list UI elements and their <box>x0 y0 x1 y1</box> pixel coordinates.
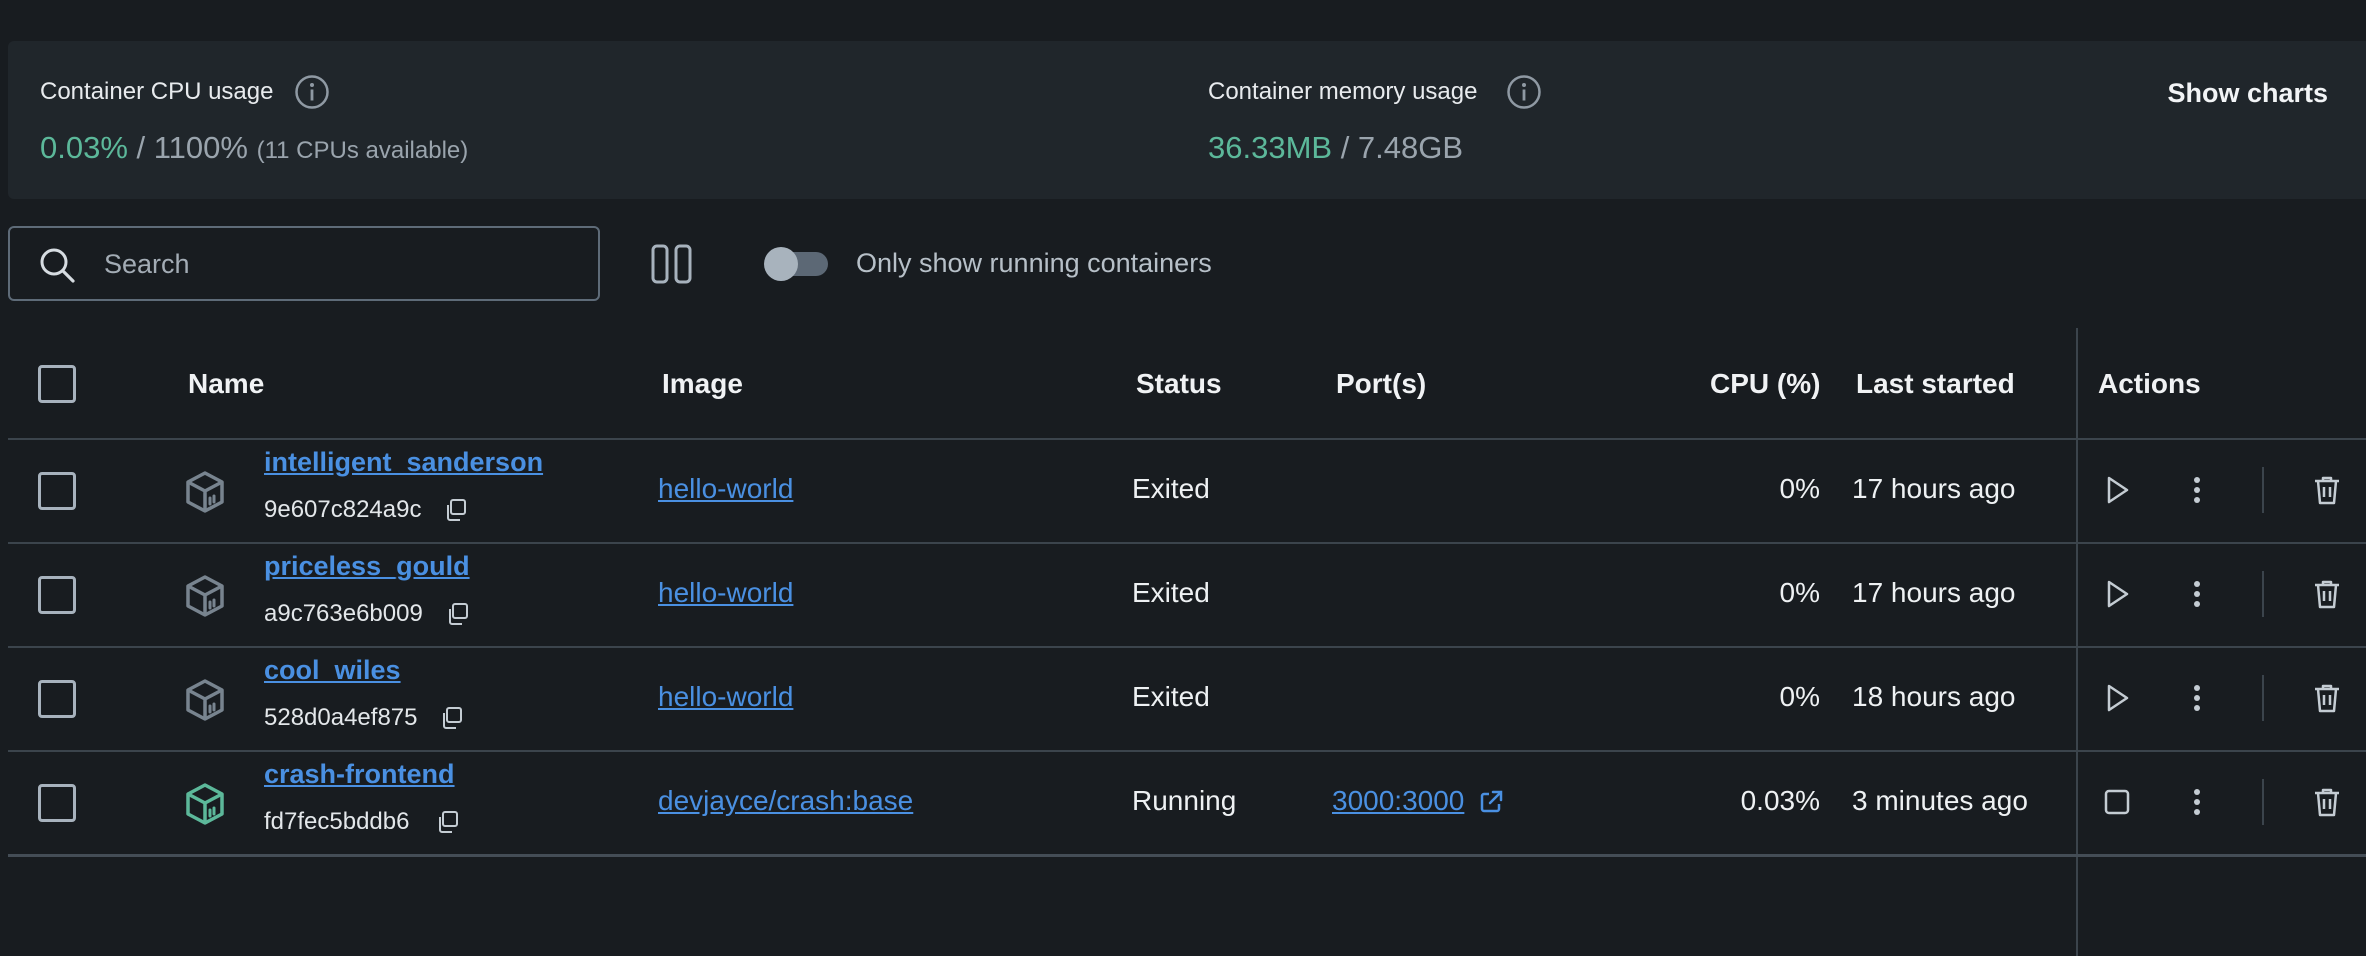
copy-icon[interactable] <box>440 706 464 730</box>
column-header-last-started[interactable]: Last started <box>1856 368 2015 400</box>
play-icon[interactable] <box>2100 473 2134 507</box>
last-started: 18 hours ago <box>1852 681 2016 712</box>
last-started: 17 hours ago <box>1852 577 2016 608</box>
row-checkbox[interactable] <box>38 784 76 822</box>
container-cube-icon <box>186 575 224 617</box>
memory-used: 36.33MB <box>1208 130 1333 165</box>
container-name-link[interactable]: cool_wiles <box>264 655 401 686</box>
copy-icon[interactable] <box>436 810 460 834</box>
trash-icon[interactable] <box>2310 681 2344 715</box>
table-row[interactable]: intelligent_sanderson 9e607c824a9c hello… <box>0 439 2366 543</box>
cpu-total: / 1100% <box>127 130 248 165</box>
running-only-label: Only show running containers <box>856 248 1212 278</box>
action-separator <box>2262 779 2264 825</box>
image-link[interactable]: devjayce/crash:base <box>658 785 913 817</box>
column-header-status[interactable]: Status <box>1136 368 1222 400</box>
kebab-menu-icon[interactable] <box>2180 681 2214 715</box>
copy-icon[interactable] <box>444 498 468 522</box>
play-icon[interactable] <box>2100 577 2134 611</box>
search-icon <box>40 248 75 283</box>
trash-icon[interactable] <box>2310 473 2344 507</box>
status-text: Exited <box>1132 473 1210 504</box>
memory-total: / 7.48GB <box>1332 130 1464 165</box>
last-started: 3 minutes ago <box>1852 785 2028 816</box>
row-checkbox[interactable] <box>38 576 76 614</box>
play-icon[interactable] <box>2100 681 2134 715</box>
trash-icon[interactable] <box>2310 785 2344 819</box>
search-box[interactable] <box>8 226 600 301</box>
last-started: 17 hours ago <box>1852 473 2016 504</box>
info-icon[interactable] <box>1506 74 1542 110</box>
action-separator <box>2262 675 2264 721</box>
container-cube-icon <box>186 679 224 721</box>
container-id: 9e607c824a9c <box>264 496 422 523</box>
cpu-usage-label: Container CPU usage <box>40 78 274 105</box>
table-row[interactable]: priceless_gould a9c763e6b009 hello-world… <box>0 543 2366 647</box>
trash-icon[interactable] <box>2310 577 2344 611</box>
columns-icon[interactable] <box>650 242 694 286</box>
kebab-menu-icon[interactable] <box>2180 473 2214 507</box>
table-row[interactable]: cool_wiles 528d0a4ef875 hello-world Exit… <box>0 647 2366 751</box>
container-name-link[interactable]: priceless_gould <box>264 551 470 582</box>
show-charts-button[interactable]: Show charts <box>2167 78 2328 109</box>
container-name-link[interactable]: crash-frontend <box>264 759 455 790</box>
column-header-image[interactable]: Image <box>662 368 743 400</box>
table-bottom-border <box>8 854 2366 857</box>
table-row[interactable]: crash-frontend fd7fec5bddb6 devjayce/cra… <box>0 751 2366 855</box>
stats-panel: Container CPU usage 0.03% / 1100% (11 CP… <box>8 41 2366 199</box>
external-link-icon[interactable] <box>1478 789 1504 815</box>
status-text: Running <box>1132 785 1237 816</box>
cpu-percent: 0.03% <box>1740 785 1820 816</box>
info-icon[interactable] <box>294 74 330 110</box>
copy-icon[interactable] <box>446 602 470 626</box>
status-text: Exited <box>1132 681 1210 712</box>
cpu-percent: 0% <box>1779 681 1820 712</box>
running-only-toggle[interactable] <box>764 247 828 281</box>
column-header-name[interactable]: Name <box>188 368 264 400</box>
cpu-percent: 0% <box>1779 577 1820 608</box>
cpu-available-note: (11 CPUs available) <box>256 137 469 164</box>
column-header-cpu[interactable]: CPU (%) <box>1710 368 1820 400</box>
memory-usage-label: Container memory usage <box>1208 78 1478 105</box>
column-header-ports[interactable]: Port(s) <box>1336 368 1426 400</box>
stop-icon[interactable] <box>2100 785 2134 819</box>
kebab-menu-icon[interactable] <box>2180 577 2214 611</box>
container-id: 528d0a4ef875 <box>264 704 418 731</box>
image-link[interactable]: hello-world <box>658 577 793 609</box>
toggle-knob <box>764 247 798 281</box>
container-cube-icon <box>186 783 224 825</box>
cpu-usage-value: 0.03% / 1100% (11 CPUs available) <box>40 130 468 166</box>
row-checkbox[interactable] <box>38 472 76 510</box>
action-separator <box>2262 467 2264 513</box>
column-header-actions: Actions <box>2098 368 2201 399</box>
container-id: fd7fec5bddb6 <box>264 808 410 835</box>
action-separator <box>2262 571 2264 617</box>
row-checkbox[interactable] <box>38 680 76 718</box>
image-link[interactable]: hello-world <box>658 681 793 713</box>
cpu-used: 0.03% <box>40 130 128 165</box>
container-cube-icon <box>186 471 224 513</box>
container-name-link[interactable]: intelligent_sanderson <box>264 447 543 478</box>
cpu-percent: 0% <box>1779 473 1820 504</box>
port-link[interactable]: 3000:3000 <box>1332 785 1464 817</box>
kebab-menu-icon[interactable] <box>2180 785 2214 819</box>
container-id: a9c763e6b009 <box>264 600 423 627</box>
image-link[interactable]: hello-world <box>658 473 793 505</box>
search-input[interactable] <box>102 240 582 288</box>
status-text: Exited <box>1132 577 1210 608</box>
select-all-checkbox[interactable] <box>38 365 76 403</box>
memory-usage-value: 36.33MB / 7.48GB <box>1208 130 1463 166</box>
